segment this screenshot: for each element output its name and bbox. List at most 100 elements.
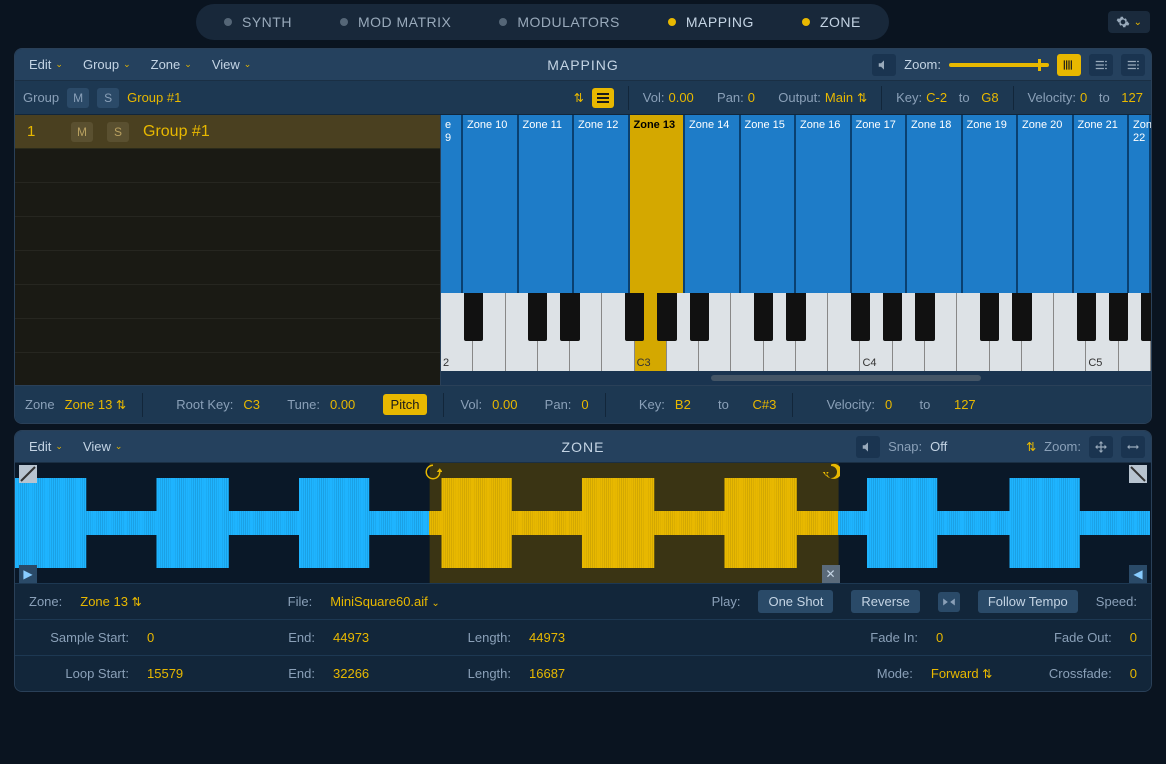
zone-vol[interactable]: 0.00 xyxy=(492,397,517,412)
view-zones-button[interactable] xyxy=(1057,54,1081,76)
zone-cell[interactable]: Zone 12 xyxy=(574,115,630,293)
tune-value[interactable]: 0.00 xyxy=(330,397,355,412)
white-key[interactable] xyxy=(796,293,828,371)
white-key[interactable] xyxy=(990,293,1022,371)
group-updown-icon[interactable]: ⇅ xyxy=(574,91,584,105)
zone-key-lo[interactable]: B2 xyxy=(675,397,691,412)
zone-cell[interactable]: Zone 21 xyxy=(1074,115,1130,293)
white-key[interactable]: C4 xyxy=(860,293,892,371)
vel-lo[interactable]: 0 xyxy=(1080,90,1087,105)
crossfade[interactable]: 0 xyxy=(1130,666,1137,681)
loop-end[interactable]: 32266 xyxy=(333,666,423,681)
zone-view-menu[interactable]: View⌄ xyxy=(75,436,131,457)
white-key[interactable] xyxy=(828,293,860,371)
zone-cell[interactable]: Zone 15 xyxy=(741,115,797,293)
loop-crossfade-marker[interactable]: ✕ xyxy=(822,565,840,583)
loop-mode[interactable]: Forward ⇅ xyxy=(931,666,1031,681)
pan-value[interactable]: 0 xyxy=(748,90,755,105)
key-lo[interactable]: C-2 xyxy=(926,90,947,105)
settings-button[interactable]: ⌄ xyxy=(1108,11,1150,33)
zone-cell[interactable]: Zone 14 xyxy=(685,115,741,293)
tab-modulators[interactable]: MODULATORS xyxy=(475,8,644,36)
white-key[interactable] xyxy=(1119,293,1151,371)
zone-cell[interactable]: Zone 20 xyxy=(1018,115,1074,293)
fade-in-handle[interactable] xyxy=(19,465,37,483)
fadeout[interactable]: 0 xyxy=(1130,630,1137,645)
view-zone-list-button[interactable] xyxy=(1121,54,1145,76)
vel-hi[interactable]: 127 xyxy=(1121,90,1143,105)
zone-pan[interactable]: 0 xyxy=(581,397,588,412)
tab-mod-matrix[interactable]: MOD MATRIX xyxy=(316,8,475,36)
snap-value[interactable]: Off xyxy=(930,439,1020,454)
zone-vel-hi[interactable]: 127 xyxy=(954,397,976,412)
white-key[interactable] xyxy=(925,293,957,371)
tab-synth[interactable]: SYNTH xyxy=(200,8,316,36)
zoom-slider[interactable] xyxy=(949,63,1049,67)
sample-length[interactable]: 44973 xyxy=(529,630,619,645)
flex-button[interactable] xyxy=(938,592,960,612)
row-mute-button[interactable]: M xyxy=(71,122,93,142)
white-key[interactable] xyxy=(957,293,989,371)
row-solo-button[interactable]: S xyxy=(107,122,129,142)
vol-value[interactable]: 0.00 xyxy=(668,90,693,105)
white-key[interactable] xyxy=(570,293,602,371)
end-marker[interactable]: ◀ xyxy=(1129,565,1147,583)
fadein[interactable]: 0 xyxy=(936,630,1036,645)
piano-keyboard[interactable]: 2C3C4C5 xyxy=(441,293,1151,371)
edit-menu[interactable]: Edit⌄ xyxy=(21,54,71,75)
zone-speaker-button[interactable] xyxy=(856,436,880,458)
loop-length[interactable]: 16687 xyxy=(529,666,619,681)
sample-end[interactable]: 44973 xyxy=(333,630,423,645)
white-key[interactable] xyxy=(1022,293,1054,371)
zone-key-hi[interactable]: C#3 xyxy=(753,397,777,412)
zone-cell[interactable]: Zone 13 xyxy=(630,115,686,293)
zoom-fit-horiz-button[interactable] xyxy=(1121,436,1145,458)
white-key[interactable]: C3 xyxy=(635,293,667,371)
tab-mapping[interactable]: MAPPING xyxy=(644,8,778,36)
mute-button[interactable]: M xyxy=(67,88,89,108)
white-key[interactable] xyxy=(893,293,925,371)
zone-vel-lo[interactable]: 0 xyxy=(885,397,892,412)
group-menu[interactable]: Group⌄ xyxy=(75,54,139,75)
snap-dropdown-icon[interactable]: ⇅ xyxy=(1026,440,1036,454)
white-key[interactable] xyxy=(506,293,538,371)
white-key[interactable] xyxy=(538,293,570,371)
loop-start[interactable]: 15579 xyxy=(147,666,237,681)
white-key[interactable]: C5 xyxy=(1086,293,1118,371)
zone-cell[interactable]: Zon 22 xyxy=(1129,115,1151,293)
speaker-button[interactable] xyxy=(872,54,896,76)
white-key[interactable] xyxy=(667,293,699,371)
zone-cell[interactable]: Zone 10 xyxy=(463,115,519,293)
param-file-dropdown[interactable]: MiniSquare60.aif ⌄ xyxy=(330,594,440,609)
view-menu[interactable]: View⌄ xyxy=(204,54,260,75)
zone-edit-menu[interactable]: Edit⌄ xyxy=(21,436,71,457)
group-row[interactable]: 1 M S Group #1 xyxy=(15,115,440,149)
white-key[interactable] xyxy=(473,293,505,371)
output-value[interactable]: Main xyxy=(825,90,853,105)
solo-button[interactable]: S xyxy=(97,88,119,108)
waveform-display[interactable]: ▶ ✕ ◀ xyxy=(15,463,1151,583)
zone-cell[interactable]: e 9 xyxy=(441,115,463,293)
tab-zone[interactable]: ZONE xyxy=(778,8,885,36)
loop-start-marker[interactable] xyxy=(424,463,444,483)
oneshot-button[interactable]: One Shot xyxy=(758,590,833,613)
group-list-toggle[interactable] xyxy=(592,88,614,108)
white-key[interactable] xyxy=(602,293,634,371)
zone-name-dropdown[interactable]: Zone 13 ⇅ xyxy=(65,397,126,412)
follow-tempo-button[interactable]: Follow Tempo xyxy=(978,590,1078,613)
white-key[interactable] xyxy=(699,293,731,371)
view-group-button[interactable] xyxy=(1089,54,1113,76)
fade-out-handle[interactable] xyxy=(1129,465,1147,483)
zone-cell[interactable]: Zone 18 xyxy=(907,115,963,293)
start-marker[interactable]: ▶ xyxy=(19,565,37,583)
zone-cell[interactable]: Zone 11 xyxy=(519,115,575,293)
param-zone-dropdown[interactable]: Zone 13 ⇅ xyxy=(80,594,141,609)
white-key[interactable] xyxy=(1054,293,1086,371)
rootkey-value[interactable]: C3 xyxy=(243,397,260,412)
reverse-button[interactable]: Reverse xyxy=(851,590,919,613)
white-key[interactable] xyxy=(764,293,796,371)
zone-menu[interactable]: Zone⌄ xyxy=(143,54,200,75)
horizontal-scrollbar[interactable] xyxy=(441,371,1151,385)
loop-end-marker[interactable] xyxy=(822,463,842,483)
white-key[interactable] xyxy=(731,293,763,371)
